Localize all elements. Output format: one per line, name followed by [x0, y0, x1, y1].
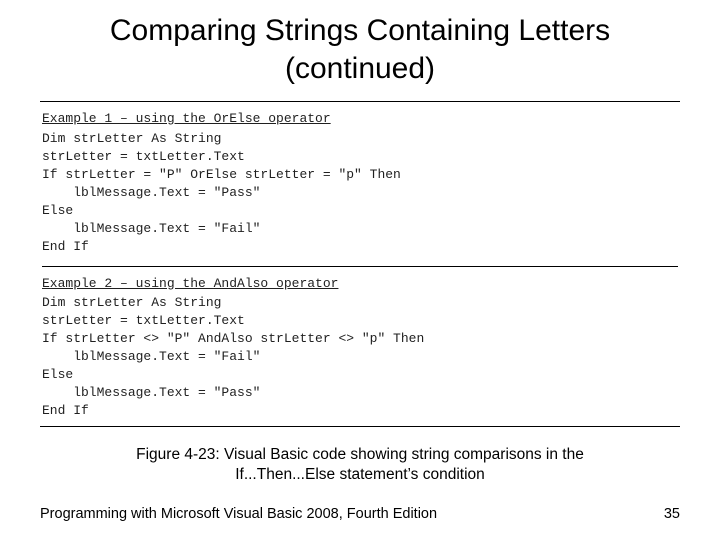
divider [42, 266, 678, 267]
code-line: Else [42, 202, 678, 220]
code-line: strLetter = txtLetter.Text [42, 148, 678, 166]
code-line: If strLetter <> "P" AndAlso strLetter <>… [42, 330, 678, 348]
code-line: Dim strLetter As String [42, 130, 678, 148]
code-line: If strLetter = "P" OrElse strLetter = "p… [42, 166, 678, 184]
footer-book-title: Programming with Microsoft Visual Basic … [40, 506, 437, 522]
example2-label: Example 2 – using the AndAlso operator [42, 275, 678, 293]
title-line-2: (continued) [285, 52, 435, 85]
code-line: End If [42, 238, 678, 256]
code-line: lblMessage.Text = "Fail" [42, 220, 678, 238]
caption-line-1: Figure 4-23: Visual Basic code showing s… [136, 446, 584, 463]
example1-label: Example 1 – using the OrElse operator [42, 110, 678, 128]
code-line: Dim strLetter As String [42, 294, 678, 312]
code-line: End If [42, 402, 678, 420]
figure-caption: Figure 4-23: Visual Basic code showing s… [40, 445, 680, 485]
page-number: 35 [664, 506, 680, 522]
slide-title: Comparing Strings Containing Letters (co… [40, 12, 680, 87]
slide: Comparing Strings Containing Letters (co… [0, 0, 720, 485]
code-line: Else [42, 366, 678, 384]
code-line: lblMessage.Text = "Pass" [42, 384, 678, 402]
figure-area: Example 1 – using the OrElse operator Di… [40, 101, 680, 427]
title-line-1: Comparing Strings Containing Letters [110, 14, 610, 47]
code-line: lblMessage.Text = "Fail" [42, 348, 678, 366]
caption-line-2: If...Then...Else statement’s condition [235, 466, 485, 483]
code-line: strLetter = txtLetter.Text [42, 312, 678, 330]
code-line: lblMessage.Text = "Pass" [42, 184, 678, 202]
footer: Programming with Microsoft Visual Basic … [40, 506, 680, 522]
